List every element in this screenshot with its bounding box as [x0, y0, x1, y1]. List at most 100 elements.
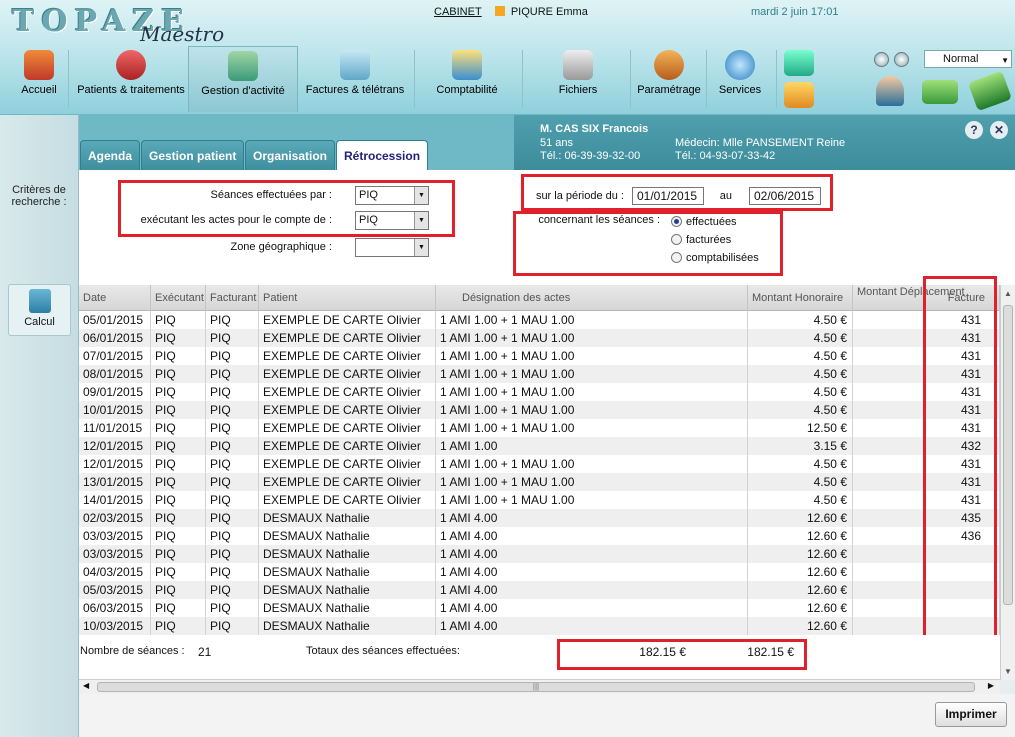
close-icon[interactable]: ✕: [990, 121, 1008, 139]
scroll-down-icon[interactable]: ▼: [1004, 667, 1012, 676]
nav-parametrage[interactable]: Paramétrage: [636, 46, 702, 112]
cell-honoraire: 12.60 €: [748, 527, 853, 545]
cell-deplacement: [853, 617, 925, 635]
table-row[interactable]: 02/03/2015 PIQ PIQ DESMAUX Nathalie 1 AMI 4.…: [79, 509, 1000, 527]
col-facturant[interactable]: Facturant: [206, 285, 259, 311]
tab-agenda[interactable]: Agenda: [80, 140, 141, 170]
nav-accueil[interactable]: Accueil: [14, 46, 64, 112]
tab-gestion-patient[interactable]: Gestion patient: [141, 140, 245, 170]
cell-executant: PIQ: [151, 329, 206, 347]
tab-retrocession[interactable]: Rétrocession: [336, 140, 429, 171]
nav-comptabilite[interactable]: Comptabilité: [434, 46, 500, 112]
hscroll-thumb[interactable]: |||: [97, 682, 975, 692]
cell-honoraire: 4.50 €: [748, 383, 853, 401]
cell-patient: DESMAUX Nathalie: [259, 599, 436, 617]
table-row[interactable]: 03/03/2015 PIQ PIQ DESMAUX Nathalie 1 AMI 4.…: [79, 545, 1000, 563]
patient-tel: Tél.: 06-39-39-32-00: [540, 150, 641, 162]
top-toolbar: TOPAZE Maestro CABINET PIQURE Emma mardi…: [0, 0, 1015, 115]
cell-honoraire: 4.50 €: [748, 347, 853, 365]
table-row[interactable]: 13/01/2015 PIQ PIQ EXEMPLE DE CARTE Olivier…: [79, 473, 1000, 491]
table-row[interactable]: 06/03/2015 PIQ PIQ DESMAUX Nathalie 1 AMI 4.…: [79, 599, 1000, 617]
nav-fichiers[interactable]: Fichiers: [552, 46, 604, 112]
table-row[interactable]: 10/03/2015 PIQ PIQ DESMAUX Nathalie 1 AMI 4.…: [79, 617, 1000, 635]
cell-patient: EXEMPLE DE CARTE Olivier: [259, 455, 436, 473]
highlight-box-periode: [521, 174, 833, 211]
cell-patient: DESMAUX Nathalie: [259, 545, 436, 563]
cell-deplacement: [853, 473, 925, 491]
user-icon[interactable]: [876, 76, 904, 106]
cell-facturant: PIQ: [206, 509, 259, 527]
col-patient[interactable]: Patient: [259, 285, 436, 311]
scroll-left-icon[interactable]: ◀: [83, 681, 89, 690]
table-row[interactable]: 03/03/2015 PIQ PIQ DESMAUX Nathalie 1 AMI 4.…: [79, 527, 1000, 545]
table-row[interactable]: 08/01/2015 PIQ PIQ EXEMPLE DE CARTE Olivier…: [79, 365, 1000, 383]
view-mode-select[interactable]: Normal ▼: [924, 50, 1012, 68]
cell-facturant: PIQ: [206, 365, 259, 383]
table-row[interactable]: 05/01/2015 PIQ PIQ EXEMPLE DE CARTE Olivier…: [79, 311, 1000, 329]
nav-services[interactable]: Services: [714, 46, 766, 112]
horizontal-scrollbar[interactable]: ◀ ||| ▶: [79, 679, 1000, 694]
vitale-card-icon[interactable]: [922, 80, 958, 104]
scroll-up-icon[interactable]: ▲: [1004, 289, 1012, 298]
cell-designation: 1 AMI 1.00 + 1 MAU 1.00: [436, 401, 748, 419]
cabinet-link[interactable]: CABINET: [434, 6, 482, 18]
cell-facturant: PIQ: [206, 401, 259, 419]
help-icon[interactable]: ?: [965, 121, 983, 139]
card-reader-icon[interactable]: [967, 70, 1013, 112]
cell-date: 10/03/2015: [79, 617, 151, 635]
col-honoraire[interactable]: Montant Honoraire: [748, 285, 853, 311]
cell-patient: DESMAUX Nathalie: [259, 581, 436, 599]
cell-facturant: PIQ: [206, 329, 259, 347]
table-row[interactable]: 14/01/2015 PIQ PIQ EXEMPLE DE CARTE Olivier…: [79, 491, 1000, 509]
col-date[interactable]: Date: [79, 285, 151, 311]
vertical-scrollbar[interactable]: ▲ ▼: [1000, 285, 1015, 680]
col-executant[interactable]: Exécutant: [151, 285, 206, 311]
nav-factures[interactable]: Factures & télétrans: [302, 46, 408, 112]
table-row[interactable]: 07/01/2015 PIQ PIQ EXEMPLE DE CARTE Olivier…: [79, 347, 1000, 365]
scroll-right-icon[interactable]: ▶: [988, 681, 994, 690]
criteria-label: Critères de recherche :: [11, 184, 67, 208]
table-row[interactable]: 04/03/2015 PIQ PIQ DESMAUX Nathalie 1 AMI 4.…: [79, 563, 1000, 581]
table-row[interactable]: 06/01/2015 PIQ PIQ EXEMPLE DE CARTE Olivier…: [79, 329, 1000, 347]
table-row[interactable]: 10/01/2015 PIQ PIQ EXEMPLE DE CARTE Olivier…: [79, 401, 1000, 419]
zone-label: Zone géographique :: [230, 241, 332, 253]
cell-honoraire: 12.60 €: [748, 509, 853, 527]
zone-select[interactable]: ▼: [355, 238, 429, 257]
cell-date: 08/01/2015: [79, 365, 151, 383]
nav-patients[interactable]: Patients & traitements: [72, 46, 190, 112]
zoom-out-icon[interactable]: [874, 52, 889, 67]
cell-patient: EXEMPLE DE CARTE Olivier: [259, 419, 436, 437]
cell-patient: EXEMPLE DE CARTE Olivier: [259, 347, 436, 365]
cell-facturant: PIQ: [206, 455, 259, 473]
col-deplacement[interactable]: Montant Déplacement: [853, 285, 965, 311]
table-row[interactable]: 12/01/2015 PIQ PIQ EXEMPLE DE CARTE Olivier…: [79, 437, 1000, 455]
cell-designation: 1 AMI 1.00 + 1 MAU 1.00: [436, 365, 748, 383]
zoom-in-icon[interactable]: [894, 52, 909, 67]
agenda-icon[interactable]: [784, 50, 814, 76]
chevron-down-icon: ▼: [414, 239, 428, 256]
table-row[interactable]: 11/01/2015 PIQ PIQ EXEMPLE DE CARTE Olivier…: [79, 419, 1000, 437]
nav-gestion-activite[interactable]: Gestion d'activité: [188, 46, 298, 112]
calcul-button[interactable]: Calcul: [8, 284, 71, 336]
patient-age: 51 ans: [540, 137, 574, 149]
cell-facturant: PIQ: [206, 527, 259, 545]
scroll-thumb[interactable]: [1003, 305, 1013, 605]
pencil-icon[interactable]: [784, 82, 814, 108]
col-designation[interactable]: Désignation des actes: [436, 285, 748, 311]
cell-designation: 1 AMI 1.00: [436, 437, 748, 455]
table-row[interactable]: 12/01/2015 PIQ PIQ EXEMPLE DE CARTE Olivier…: [79, 455, 1000, 473]
cell-executant: PIQ: [151, 419, 206, 437]
cell-executant: PIQ: [151, 437, 206, 455]
print-button[interactable]: Imprimer: [935, 702, 1007, 727]
cell-patient: EXEMPLE DE CARTE Olivier: [259, 311, 436, 329]
tab-organisation[interactable]: Organisation: [245, 140, 336, 170]
cell-facturant: PIQ: [206, 347, 259, 365]
table-row[interactable]: 05/03/2015 PIQ PIQ DESMAUX Nathalie 1 AMI 4.…: [79, 581, 1000, 599]
table-row[interactable]: 09/01/2015 PIQ PIQ EXEMPLE DE CARTE Olivier…: [79, 383, 1000, 401]
sessions-table: Date Exécutant Facturant Patient Désigna…: [79, 285, 1000, 635]
cell-patient: EXEMPLE DE CARTE Olivier: [259, 491, 436, 509]
cell-deplacement: [853, 401, 925, 419]
cell-date: 11/01/2015: [79, 419, 151, 437]
cell-honoraire: 4.50 €: [748, 311, 853, 329]
cell-date: 09/01/2015: [79, 383, 151, 401]
